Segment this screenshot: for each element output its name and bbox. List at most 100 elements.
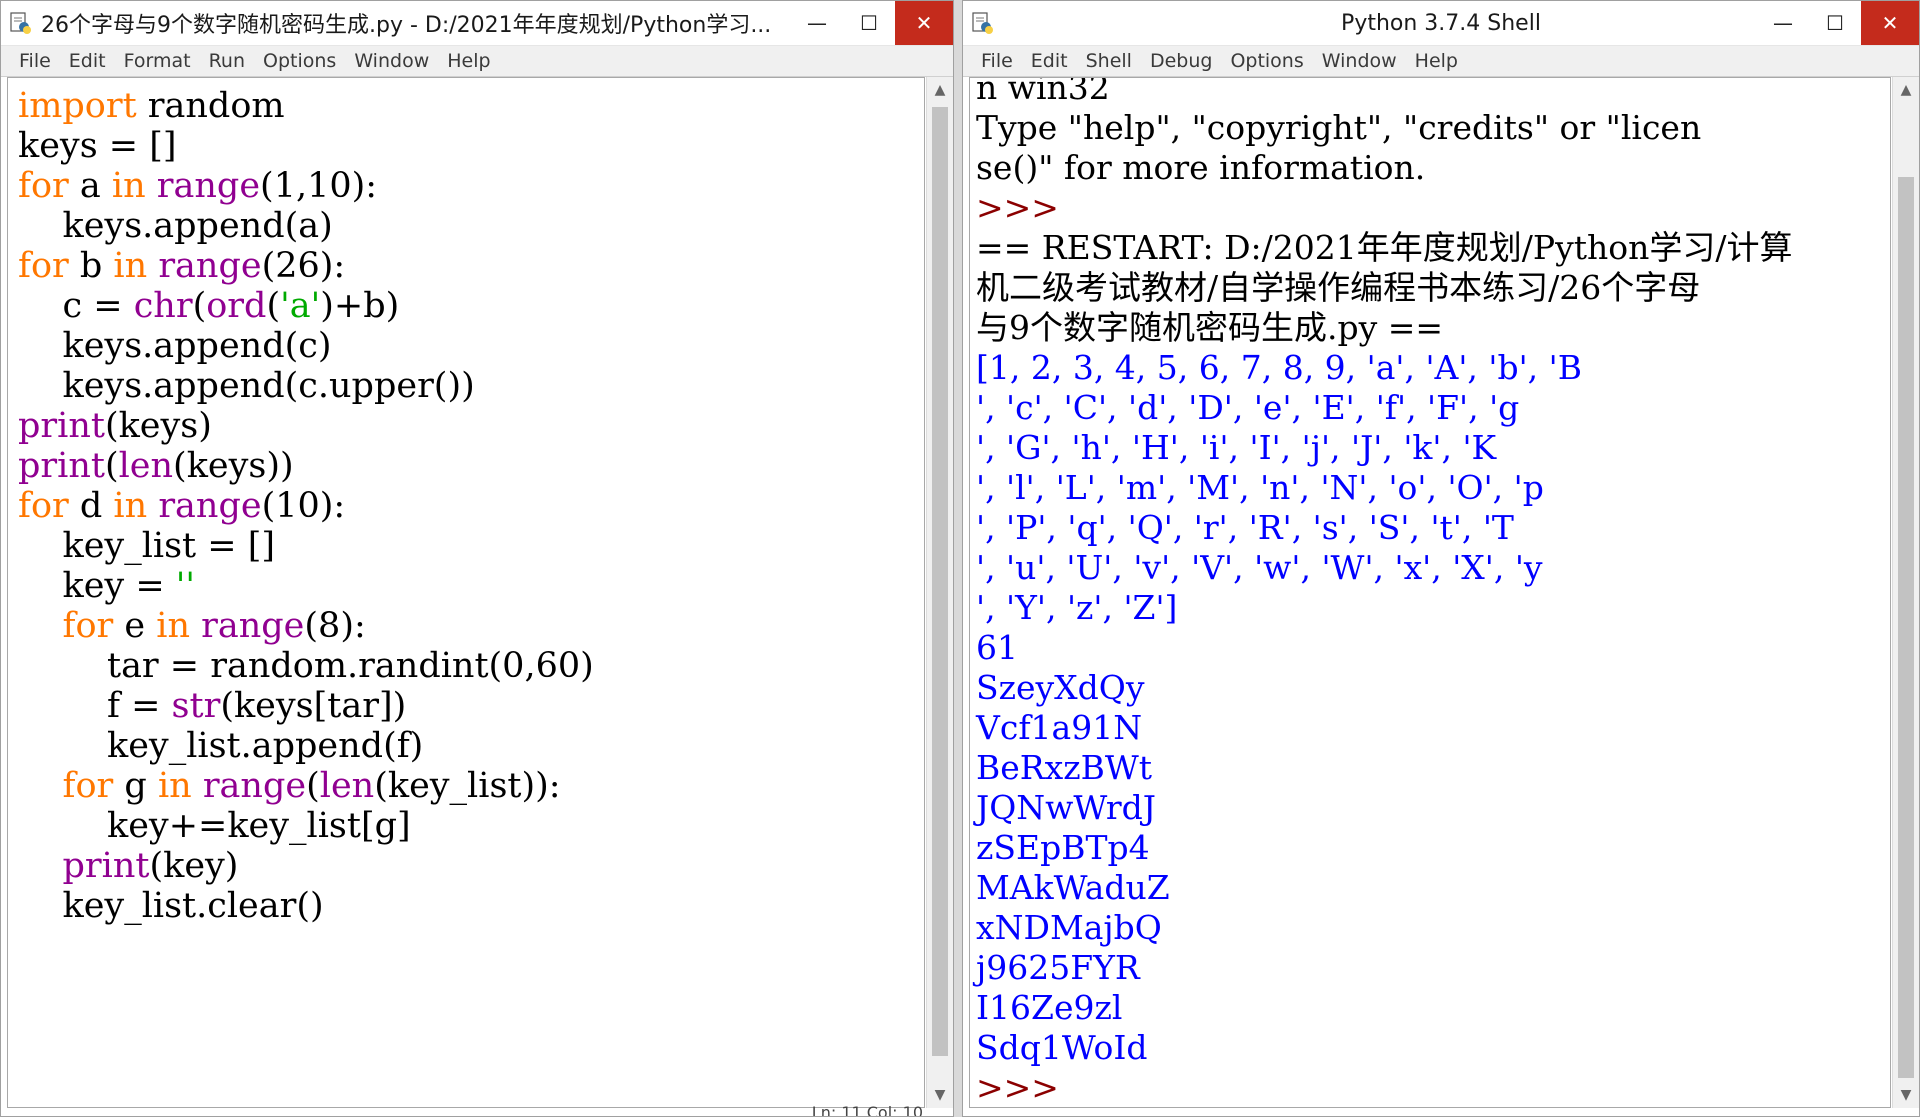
code-token: key_list.clear() — [18, 886, 324, 926]
shell-list-line: ', 'Y', 'z', 'Z'] — [976, 588, 1178, 627]
code-line: f = str(keys[tar]) — [18, 686, 924, 726]
code-token: import — [18, 86, 137, 126]
shell-list-line: ', 'P', 'q', 'Q', 'r', 'R', 's', 'S', 't… — [976, 508, 1514, 547]
scroll-thumb[interactable] — [1898, 177, 1914, 1078]
code-token: print — [18, 406, 105, 446]
shell-menu-edit[interactable]: Edit — [1023, 50, 1078, 72]
code-token: d — [68, 486, 114, 526]
code-line: c = chr(ord('a')+b) — [18, 286, 924, 326]
shell-titlebar[interactable]: Python 3.7.4 Shell — ☐ ✕ — [963, 1, 1919, 46]
shell-count-output: 61 — [976, 628, 1018, 667]
shell-restart-line: 机二级考试教材/自学操作编程书本练习/26个字母 — [976, 268, 1701, 307]
shell-list-line: ', 'c', 'C', 'd', 'D', 'e', 'E', 'f', 'F… — [976, 388, 1520, 427]
code-line: for b in range(26): — [18, 246, 924, 286]
shell-list-output: [1, 2, 3, 4, 5, 6, 7, 8, 9, 'a', 'A', 'b… — [970, 348, 1890, 628]
shell-final-prompt[interactable]: >>> — [970, 1068, 1890, 1107]
editor-code[interactable]: import random keys = [] for a in range(1,1… — [8, 78, 924, 926]
shell-menu-shell[interactable]: Shell — [1078, 50, 1142, 72]
editor-menu-window[interactable]: Window — [346, 50, 439, 72]
code-token: for — [18, 246, 69, 286]
code-token: (key_list)): — [374, 766, 561, 806]
shell-list-line: ', 'u', 'U', 'v', 'V', 'w', 'W', 'x', 'X… — [976, 548, 1543, 587]
code-line: key_list = [] — [18, 526, 924, 566]
code-token: (10): — [261, 486, 346, 526]
code-line: key_list.append(f) — [18, 726, 924, 766]
code-token: for — [18, 486, 69, 526]
code-token: tar = random.randint(0,60) — [18, 646, 594, 686]
close-button[interactable]: ✕ — [895, 1, 953, 45]
editor-window-controls: — ☐ ✕ — [791, 1, 953, 45]
shell-output[interactable]: n win32 Type "help", "copyright", "credit… — [970, 77, 1890, 1107]
editor-menu-file[interactable]: File — [11, 50, 61, 72]
minimize-button[interactable]: — — [1757, 1, 1809, 45]
code-token: chr — [133, 286, 193, 326]
code-line: keys.append(c.upper()) — [18, 366, 924, 406]
code-line: for d in range(10): — [18, 486, 924, 526]
scroll-thumb[interactable] — [932, 107, 948, 1056]
shell-intro-line: se()" for more information. — [976, 148, 1426, 187]
close-button[interactable]: ✕ — [1861, 1, 1919, 45]
shell-intro-line: n win32 — [976, 77, 1110, 107]
editor-status-bar: Ln: 11 Col: 10 — [811, 1103, 923, 1117]
shell-text-area[interactable]: n win32 Type "help", "copyright", "credit… — [969, 77, 1891, 1108]
python-shell-icon — [972, 12, 993, 34]
shell-vertical-scrollbar[interactable]: ▲ ▼ — [1892, 77, 1919, 1108]
editor-text-area[interactable]: import random keys = [] for a in range(1,1… — [7, 77, 925, 1108]
scroll-down-icon[interactable]: ▼ — [1893, 1082, 1919, 1108]
maximize-button[interactable]: ☐ — [1809, 1, 1861, 45]
editor-vertical-scrollbar[interactable]: ▲ ▼ — [926, 77, 953, 1108]
code-token: (8): — [304, 606, 366, 646]
code-token: keys = [] — [18, 126, 177, 166]
shell-prompt: >>> — [976, 188, 1059, 227]
editor-menu-help[interactable]: Help — [439, 50, 500, 72]
code-token: f = — [18, 686, 172, 726]
minimize-button[interactable]: — — [791, 1, 843, 45]
shell-menu-file[interactable]: File — [973, 50, 1023, 72]
maximize-button[interactable]: ☐ — [843, 1, 895, 45]
code-token: b — [68, 246, 114, 286]
code-token: e — [113, 606, 157, 646]
code-token: random — [136, 86, 285, 126]
editor-titlebar[interactable]: 26个字母与9个数字随机密码生成.py - D:/2021年年度规划/Pytho… — [1, 1, 953, 46]
code-token: ord — [206, 286, 267, 326]
password-line: BeRxzBWt — [976, 748, 1153, 787]
code-token: range — [202, 766, 307, 806]
code-token: c = — [18, 286, 134, 326]
editor-menu-edit[interactable]: Edit — [61, 50, 116, 72]
code-line: keys.append(a) — [18, 206, 924, 246]
code-token: in — [111, 166, 146, 206]
code-token: g — [113, 766, 158, 806]
shell-intro-line: Type "help", "copyright", "credits" or "… — [976, 108, 1702, 147]
code-token: (keys) — [104, 406, 212, 446]
shell-window-controls: — ☐ ✕ — [1757, 1, 1919, 45]
scroll-down-icon[interactable]: ▼ — [927, 1082, 953, 1108]
shell-restart-line: == RESTART: D:/2021年年度规划/Python学习/计算 — [976, 228, 1793, 267]
code-line: import random — [18, 86, 924, 126]
editor-menu-run[interactable]: Run — [201, 50, 255, 72]
code-line: tar = random.randint(0,60) — [18, 646, 924, 686]
code-token: key = — [18, 566, 176, 606]
code-token: keys.append(c.upper()) — [18, 366, 475, 406]
editor-menu-format[interactable]: Format — [116, 50, 201, 72]
shell-menu-help[interactable]: Help — [1407, 50, 1468, 72]
password-line: j9625FYR — [976, 948, 1140, 987]
shell-menu-window[interactable]: Window — [1314, 50, 1407, 72]
code-token: str — [171, 686, 221, 726]
shell-menu-debug[interactable]: Debug — [1142, 50, 1222, 72]
shell-list-line: [1, 2, 3, 4, 5, 6, 7, 8, 9, 'a', 'A', 'b… — [976, 348, 1582, 387]
scroll-up-icon[interactable]: ▲ — [1893, 77, 1919, 103]
python-idle-icon — [10, 12, 31, 34]
shell-password-list: SzeyXdQy Vcf1a91N BeRxzBWt JQNwWrdJ zSEpBTp4… — [970, 668, 1890, 1068]
code-token: in — [157, 766, 192, 806]
shell-menu-options[interactable]: Options — [1222, 50, 1313, 72]
code-token: (keys[tar]) — [220, 686, 407, 726]
code-token: ( — [266, 286, 281, 326]
editor-menu-options[interactable]: Options — [255, 50, 346, 72]
code-token: (keys)) — [173, 446, 294, 486]
scroll-up-icon[interactable]: ▲ — [927, 77, 953, 103]
code-token: for — [18, 166, 69, 206]
